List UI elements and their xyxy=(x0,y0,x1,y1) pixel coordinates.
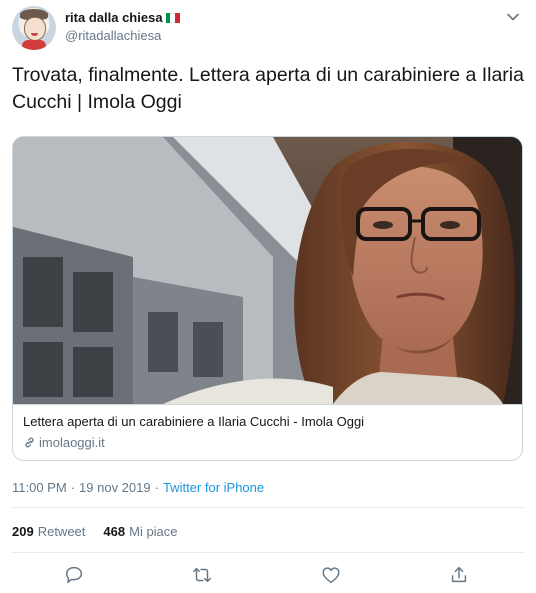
reply-icon[interactable] xyxy=(63,564,85,586)
avatar[interactable] xyxy=(12,6,56,50)
like-count: 468 xyxy=(103,524,126,539)
tweet-time[interactable]: 11:00 PM xyxy=(12,480,67,495)
action-bar xyxy=(0,562,536,590)
tweet-source[interactable]: Twitter for iPhone xyxy=(163,480,264,495)
link-card[interactable]: Lettera aperta di un carabiniere a Ilari… xyxy=(12,136,523,461)
divider xyxy=(12,507,524,508)
tweet-date[interactable]: 19 nov 2019 xyxy=(79,480,151,495)
card-info[interactable]: Lettera aperta di un carabiniere a Ilari… xyxy=(13,404,522,460)
user-names[interactable]: rita dalla chiesa @ritadallachiesa xyxy=(65,10,180,43)
user-handle[interactable]: @ritadallachiesa xyxy=(65,28,180,43)
tweet-stats: 209 Retweet 468 Mi piace xyxy=(12,524,178,539)
retweet-icon[interactable] xyxy=(191,564,213,586)
card-domain: imolaoggi.it xyxy=(23,435,105,450)
retweet-stat[interactable]: 209 Retweet xyxy=(12,524,85,539)
display-name-text: rita dalla chiesa xyxy=(65,10,163,25)
like-stat[interactable]: 468 Mi piace xyxy=(103,524,177,539)
tweet: rita dalla chiesa @ritadallachiesa Trova… xyxy=(0,0,536,593)
divider xyxy=(12,552,524,553)
like-label: Mi piace xyxy=(129,524,178,539)
retweet-label: Retweet xyxy=(37,524,86,539)
display-name[interactable]: rita dalla chiesa xyxy=(65,10,180,25)
share-icon[interactable] xyxy=(448,564,470,586)
link-icon xyxy=(25,437,34,448)
meta-separator-2: · xyxy=(154,480,159,495)
card-image[interactable] xyxy=(13,137,522,404)
retweet-count: 209 xyxy=(12,524,34,539)
meta-separator: · xyxy=(70,480,76,495)
tweet-text: Trovata, finalmente. Lettera aperta di u… xyxy=(12,64,524,113)
tweet-meta: 11:00 PM · 19 nov 2019 · Twitter for iPh… xyxy=(12,480,264,495)
card-domain-text: imolaoggi.it xyxy=(39,435,105,450)
card-title: Lettera aperta di un carabiniere a Ilari… xyxy=(23,414,365,429)
heart-icon[interactable] xyxy=(320,564,342,586)
italy-flag-icon xyxy=(165,12,180,23)
tweet-header: rita dalla chiesa @ritadallachiesa xyxy=(12,6,524,52)
chevron-down-icon[interactable] xyxy=(506,10,520,24)
